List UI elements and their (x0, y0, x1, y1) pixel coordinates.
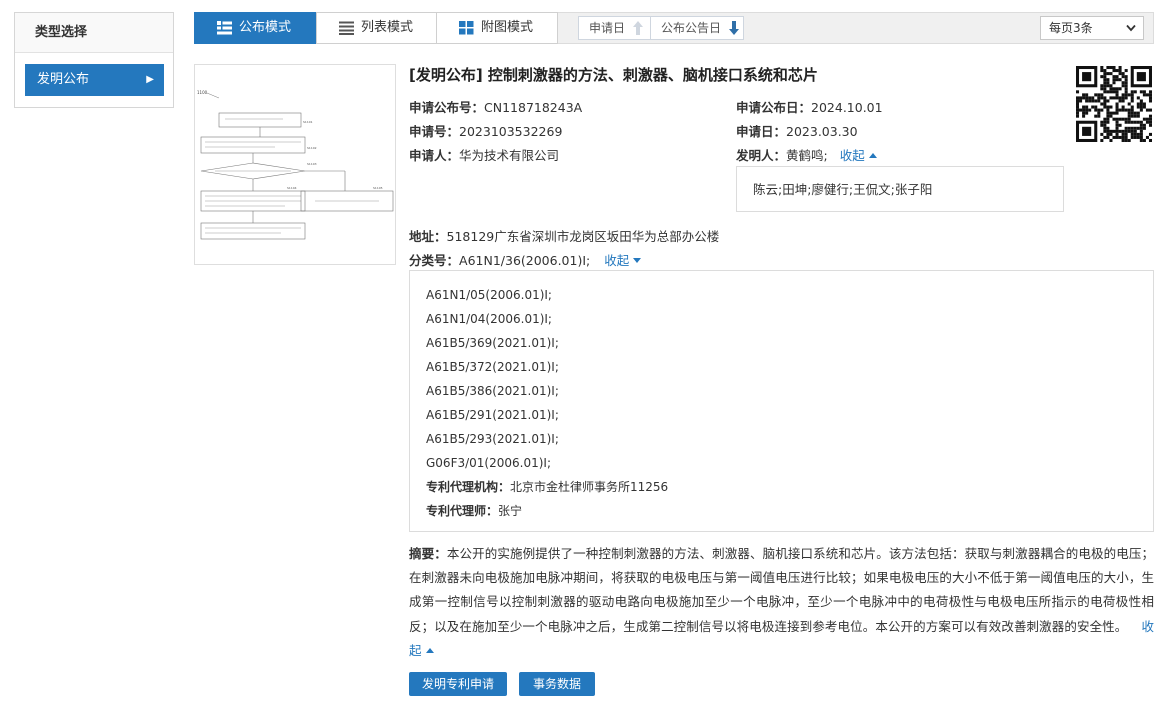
publication-date: 2024.10.01 (811, 100, 883, 115)
grid-icon (459, 21, 474, 35)
application-date-row: 申请日：2023.03.30 (736, 121, 858, 140)
field-label: 分类号： (409, 253, 460, 268)
field-label: 发明人： (736, 148, 787, 163)
main-classification: A61N1/36(2006.01)I; (459, 253, 591, 268)
list-item: A61B5/386(2021.01)I; (426, 384, 559, 398)
tab-label: 列表模式 (361, 20, 414, 35)
sort-label: 申请日 (589, 21, 626, 35)
step-label: S1101 (303, 120, 313, 124)
field-label: 摘要： (409, 546, 447, 561)
agent-row: 专利代理师：张宁 (426, 499, 1137, 523)
inventor-collapse-link[interactable]: 收起 (840, 148, 877, 163)
arrow-up-icon (633, 21, 643, 35)
type-select-panel: 类型选择 发明公布 ▶ (14, 12, 174, 108)
inventor-row: 发明人：黄鹤鸣; 收起 (736, 145, 877, 164)
agency-row: 专利代理机构：北京市金杜律师事务所11256 (426, 475, 1137, 499)
sidebar-item-label: 发明公布 (37, 72, 90, 87)
application-number: 2023103532269 (459, 124, 563, 139)
list-icon (339, 21, 354, 35)
inventor: 黄鹤鸣; (786, 148, 828, 163)
chevron-down-icon (1126, 24, 1136, 32)
sort-by-application-date[interactable]: 申请日 (579, 17, 651, 39)
tab-figure-mode[interactable]: 附图模式 (436, 12, 558, 44)
chevron-right-icon: ▶ (146, 74, 154, 85)
applicant: 华为技术有限公司 (459, 148, 560, 163)
patent-title[interactable]: [发明公布] 控制刺激器的方法、刺激器、脑机接口系统和芯片 (409, 64, 818, 85)
list-detail-icon (217, 21, 232, 35)
field-label: 申请公布日： (736, 100, 812, 115)
publication-date-row: 申请公布日：2024.10.01 (736, 97, 883, 116)
application-date: 2023.03.30 (786, 124, 858, 139)
applicant-row: 申请人：华为技术有限公司 (409, 145, 559, 164)
arrow-down-icon (729, 21, 739, 35)
tab-label: 公布模式 (239, 20, 292, 35)
step-label: S1105 (373, 186, 383, 190)
per-page-select[interactable]: 每页3条 (1040, 16, 1144, 40)
step-label: S1104 (287, 186, 297, 190)
patent-agency: 北京市金杜律师事务所11256 (510, 480, 669, 494)
publication-number-row: 申请公布号：CN118718243A (409, 97, 582, 116)
triangle-up-icon (425, 647, 434, 653)
field-label: 地址： (409, 229, 447, 244)
list-item: A61B5/291(2021.01)I; (426, 408, 559, 422)
transaction-data-button[interactable]: 事务数据 (519, 672, 595, 696)
invention-application-button[interactable]: 发明专利申请 (409, 672, 507, 696)
field-label: 申请日： (736, 124, 787, 139)
patent-drawing-thumbnail[interactable]: 1100 S1101 S1102 S1103 S1104 S1105 (194, 64, 396, 265)
abstract-text: 本公开的实施例提供了一种控制刺激器的方法、刺激器、脑机接口系统和芯片。该方法包括… (409, 546, 1154, 634)
classification-expanded-box: A61N1/05(2006.01)I; A61N1/04(2006.01)I; … (409, 270, 1154, 532)
sort-label: 公布公告日 (661, 21, 722, 35)
field-label: 申请人： (409, 148, 460, 163)
patent-agent: 张宁 (498, 504, 523, 518)
list-item: A61N1/04(2006.01)I; (426, 312, 552, 326)
sort-group: 申请日 公布公告日 (578, 16, 744, 40)
figure-label: 1100 (197, 90, 208, 95)
application-number-row: 申请号：2023103532269 (409, 121, 562, 140)
tab-publication-mode[interactable]: 公布模式 (194, 12, 317, 44)
tab-label: 附图模式 (481, 20, 534, 35)
flowchart-drawing: 1100 S1101 S1102 S1103 S1104 S1105 (197, 90, 394, 240)
sidebar-title: 类型选择 (15, 13, 173, 53)
qr-code-icon (1076, 66, 1152, 142)
field-label: 申请号： (409, 124, 460, 139)
field-label: 申请公布号： (409, 100, 485, 115)
list-item: G06F3/01(2006.01)I; (426, 456, 551, 470)
tab-list-mode[interactable]: 列表模式 (316, 12, 437, 44)
triangle-down-icon (633, 258, 642, 263)
address-row: 地址：518129广东省深圳市龙岗区坂田华为总部办公楼 (409, 226, 719, 245)
abstract: 摘要：本公开的实施例提供了一种控制刺激器的方法、刺激器、脑机接口系统和芯片。该方… (409, 542, 1154, 663)
step-label: S1103 (307, 162, 317, 166)
field-label: 专利代理机构： (426, 480, 511, 494)
sort-by-publication-date[interactable]: 公布公告日 (651, 17, 745, 39)
toggle-label: 收起 (839, 148, 865, 163)
per-page-value: 每页3条 (1049, 21, 1093, 35)
classification-row: 分类号：A61N1/36(2006.01)I; 收起 (409, 250, 642, 269)
triangle-up-icon (868, 153, 877, 158)
list-item: A61B5/372(2021.01)I; (426, 360, 559, 374)
address: 518129广东省深圳市龙岗区坂田华为总部办公楼 (446, 229, 720, 244)
publication-number: CN118718243A (484, 100, 583, 115)
list-item: A61N1/05(2006.01)I; (426, 288, 552, 302)
list-item: A61B5/293(2021.01)I; (426, 432, 559, 446)
step-label: S1102 (307, 146, 317, 150)
list-item: A61B5/369(2021.01)I; (426, 336, 559, 350)
toggle-label: 收起 (604, 253, 630, 268)
inventors-expanded-box: 陈云;田坤;廖健行;王侃文;张子阳 (736, 166, 1064, 212)
field-label: 专利代理师： (426, 504, 499, 518)
classification-collapse-link[interactable]: 收起 (604, 253, 642, 268)
view-toolbar: 公布模式 列表模式 附图模式 申请日 公布公告日 每页3条 (194, 12, 1154, 44)
sidebar-item-invention-publication[interactable]: 发明公布 ▶ (25, 64, 164, 96)
